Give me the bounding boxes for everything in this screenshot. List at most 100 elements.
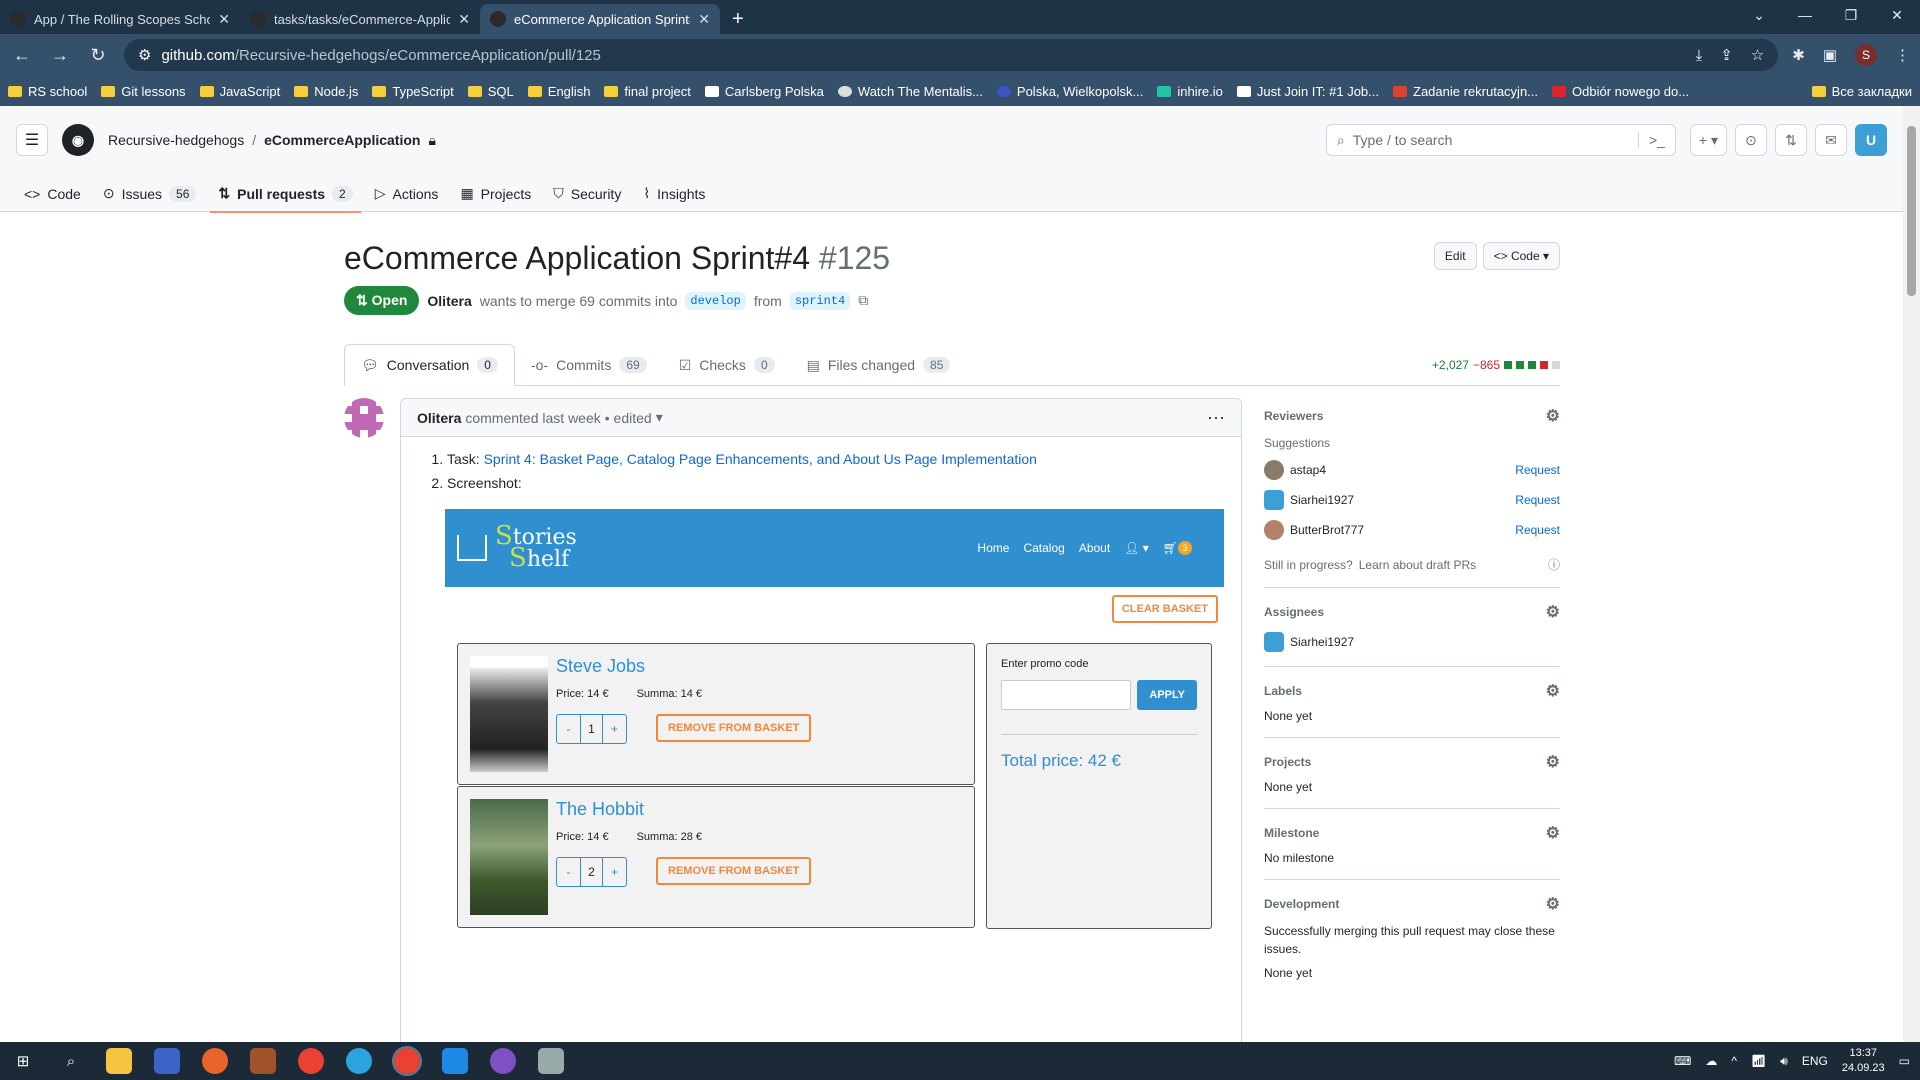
code-button[interactable]: <> Code ▾ xyxy=(1482,242,1560,270)
bookmark-item[interactable]: English xyxy=(527,84,590,99)
volume-icon[interactable]: 🔊︎ xyxy=(1780,1054,1788,1069)
bookmark-star-icon[interactable]: ☆ xyxy=(1751,46,1764,64)
scrollbar-thumb[interactable] xyxy=(1907,126,1916,296)
share-icon[interactable]: ⇪ xyxy=(1720,46,1733,64)
author-link[interactable]: Olitera xyxy=(427,293,471,309)
base-branch[interactable]: develop xyxy=(685,291,746,310)
author-avatar[interactable] xyxy=(344,398,384,438)
browser-tab[interactable]: tasks/tasks/eCommerce-Applicat ✕ xyxy=(240,4,480,34)
back-icon[interactable]: ← xyxy=(10,45,34,66)
minimize-icon[interactable]: — xyxy=(1782,0,1828,30)
clock[interactable]: 13:37 24.09.23 xyxy=(1842,1046,1885,1076)
more-options-icon[interactable]: ··· xyxy=(1207,407,1225,428)
browser-tab-active[interactable]: eCommerce Application Sprint#4 ✕ xyxy=(480,4,720,34)
forward-icon[interactable]: → xyxy=(48,45,72,66)
firefox-icon[interactable] xyxy=(202,1048,228,1074)
tab-search-icon[interactable]: ⌄ xyxy=(1736,0,1782,30)
assignees-gear-icon[interactable]: ⚙ xyxy=(1546,602,1560,622)
tab-insights[interactable]: ⌇ Insights xyxy=(635,185,713,212)
bookmark-item[interactable]: JavaScript xyxy=(199,84,280,99)
language-indicator[interactable]: ENG xyxy=(1802,1054,1828,1068)
copy-icon[interactable]: ⧉ xyxy=(858,292,868,309)
chevron-down-icon[interactable]: ▾ xyxy=(656,409,663,426)
chrome-icon[interactable] xyxy=(298,1048,324,1074)
bookmark-item[interactable]: final project xyxy=(604,84,691,99)
pull-requests-icon[interactable]: ⇅ xyxy=(1775,124,1807,156)
tab-commits[interactable]: -o- Commits 69 xyxy=(515,345,663,385)
tab-actions[interactable]: ▷ Actions xyxy=(367,185,447,212)
hamburger-menu-icon[interactable]: ☰ xyxy=(16,124,48,156)
site-info-icon[interactable]: ⚙ xyxy=(138,46,151,64)
development-gear-icon[interactable]: ⚙ xyxy=(1546,894,1560,914)
notifications-icon[interactable]: ▭ xyxy=(1899,1054,1910,1068)
bookmark-item[interactable]: Zadanie rekrutacyjn... xyxy=(1393,84,1538,99)
user-avatar[interactable]: U xyxy=(1855,124,1887,156)
search-input[interactable]: ⌕ Type / to search >_ xyxy=(1325,124,1676,156)
draft-prs-link[interactable]: Learn about draft PRs xyxy=(1359,558,1476,572)
chrome-active-icon[interactable] xyxy=(392,1046,422,1076)
comment-author[interactable]: Olitera xyxy=(417,410,461,426)
reload-icon[interactable]: ↻ xyxy=(86,45,110,66)
url-bar[interactable]: ⚙ github.com/Recursive-hedgehogs/eCommer… xyxy=(124,39,1779,71)
labels-gear-icon[interactable]: ⚙ xyxy=(1546,681,1560,701)
tab-security[interactable]: ⛉ Security xyxy=(545,185,629,212)
close-tab-icon[interactable]: ✕ xyxy=(458,11,470,28)
owner-link[interactable]: Recursive-hedgehogs xyxy=(108,132,244,148)
inbox-icon[interactable]: ✉ xyxy=(1815,124,1847,156)
projects-gear-icon[interactable]: ⚙ xyxy=(1546,752,1560,772)
bookmark-item[interactable]: SQL xyxy=(467,84,514,99)
menu-kebab-icon[interactable]: ⋮ xyxy=(1895,46,1910,64)
bookmark-item[interactable]: Just Join IT: #1 Job... xyxy=(1236,84,1379,99)
telegram-icon[interactable] xyxy=(346,1048,372,1074)
page-scrollbar[interactable] xyxy=(1903,106,1920,1042)
assignee-link[interactable]: Siarhei1927 xyxy=(1290,635,1354,649)
all-bookmarks[interactable]: Все закладки xyxy=(1811,84,1912,99)
maximize-icon[interactable]: ❐ xyxy=(1828,0,1874,30)
tab-issues[interactable]: ⊙ Issues 56 xyxy=(95,185,205,212)
side-panel-icon[interactable]: ▣ xyxy=(1823,46,1837,64)
bookmark-item[interactable]: Polska, Wielkopolsk... xyxy=(996,84,1143,99)
embedded-screenshot[interactable]: Stories Shelf Home Catalog About 👤︎ ▾ 🛒︎ 3… xyxy=(445,509,1224,1069)
tab-checks[interactable]: ☑ Checks 0 xyxy=(663,345,791,385)
tab-projects[interactable]: ▦ Projects xyxy=(452,185,539,212)
browser-tab[interactable]: App / The Rolling Scopes School ✕ xyxy=(0,4,240,34)
reviewers-gear-icon[interactable]: ⚙ xyxy=(1546,406,1560,426)
close-tab-icon[interactable]: ✕ xyxy=(698,11,710,28)
repo-link[interactable]: eCommerceApplication xyxy=(264,132,420,148)
edited-dropdown[interactable]: • edited xyxy=(605,410,652,426)
search-icon[interactable]: ⌕ xyxy=(58,1048,84,1074)
extensions-icon[interactable]: ✱ xyxy=(1792,46,1805,64)
close-tab-icon[interactable]: ✕ xyxy=(218,11,230,28)
bookmark-item[interactable]: Odbiór nowego do... xyxy=(1552,84,1689,99)
tab-code[interactable]: <> Code xyxy=(16,186,89,212)
request-review-button[interactable]: Request xyxy=(1515,463,1560,477)
app-icon[interactable] xyxy=(538,1048,564,1074)
tab-pull-requests[interactable]: ⇅ Pull requests 2 xyxy=(210,185,362,213)
bookmark-item[interactable]: RS school xyxy=(8,84,87,99)
issues-icon[interactable]: ⊙ xyxy=(1735,124,1767,156)
request-review-button[interactable]: Request xyxy=(1515,523,1560,537)
request-review-button[interactable]: Request xyxy=(1515,493,1560,507)
install-icon[interactable]: ⤓ xyxy=(1696,47,1703,64)
bookmark-item[interactable]: Watch The Mentalis... xyxy=(837,84,983,99)
create-new-button[interactable]: + ▾ xyxy=(1689,124,1727,156)
save-app-icon[interactable] xyxy=(154,1048,180,1074)
bookmark-item[interactable]: Node.js xyxy=(294,84,358,99)
github-logo-icon[interactable]: ◉ xyxy=(62,124,94,156)
tab-conversation[interactable]: 💬︎ Conversation 0 xyxy=(344,344,515,386)
weather-icon[interactable]: ☁ xyxy=(1705,1054,1717,1068)
new-tab-button[interactable]: + xyxy=(720,4,756,34)
head-branch[interactable]: sprint4 xyxy=(789,291,851,310)
bookmark-item[interactable]: inhire.io xyxy=(1157,84,1223,99)
chevron-up-icon[interactable]: ^ xyxy=(1731,1054,1737,1068)
discord-icon[interactable] xyxy=(490,1048,516,1074)
app-icon[interactable] xyxy=(250,1048,276,1074)
profile-avatar[interactable]: S xyxy=(1855,44,1877,66)
edit-button[interactable]: Edit xyxy=(1433,242,1477,270)
info-icon[interactable]: ⓘ xyxy=(1548,556,1560,573)
bookmark-item[interactable]: Git lessons xyxy=(101,84,186,99)
milestone-gear-icon[interactable]: ⚙ xyxy=(1546,823,1560,843)
vscode-icon[interactable] xyxy=(442,1048,468,1074)
file-explorer-icon[interactable] xyxy=(106,1048,132,1074)
task-link[interactable]: Sprint 4: Basket Page, Catalog Page Enha… xyxy=(484,451,1037,467)
